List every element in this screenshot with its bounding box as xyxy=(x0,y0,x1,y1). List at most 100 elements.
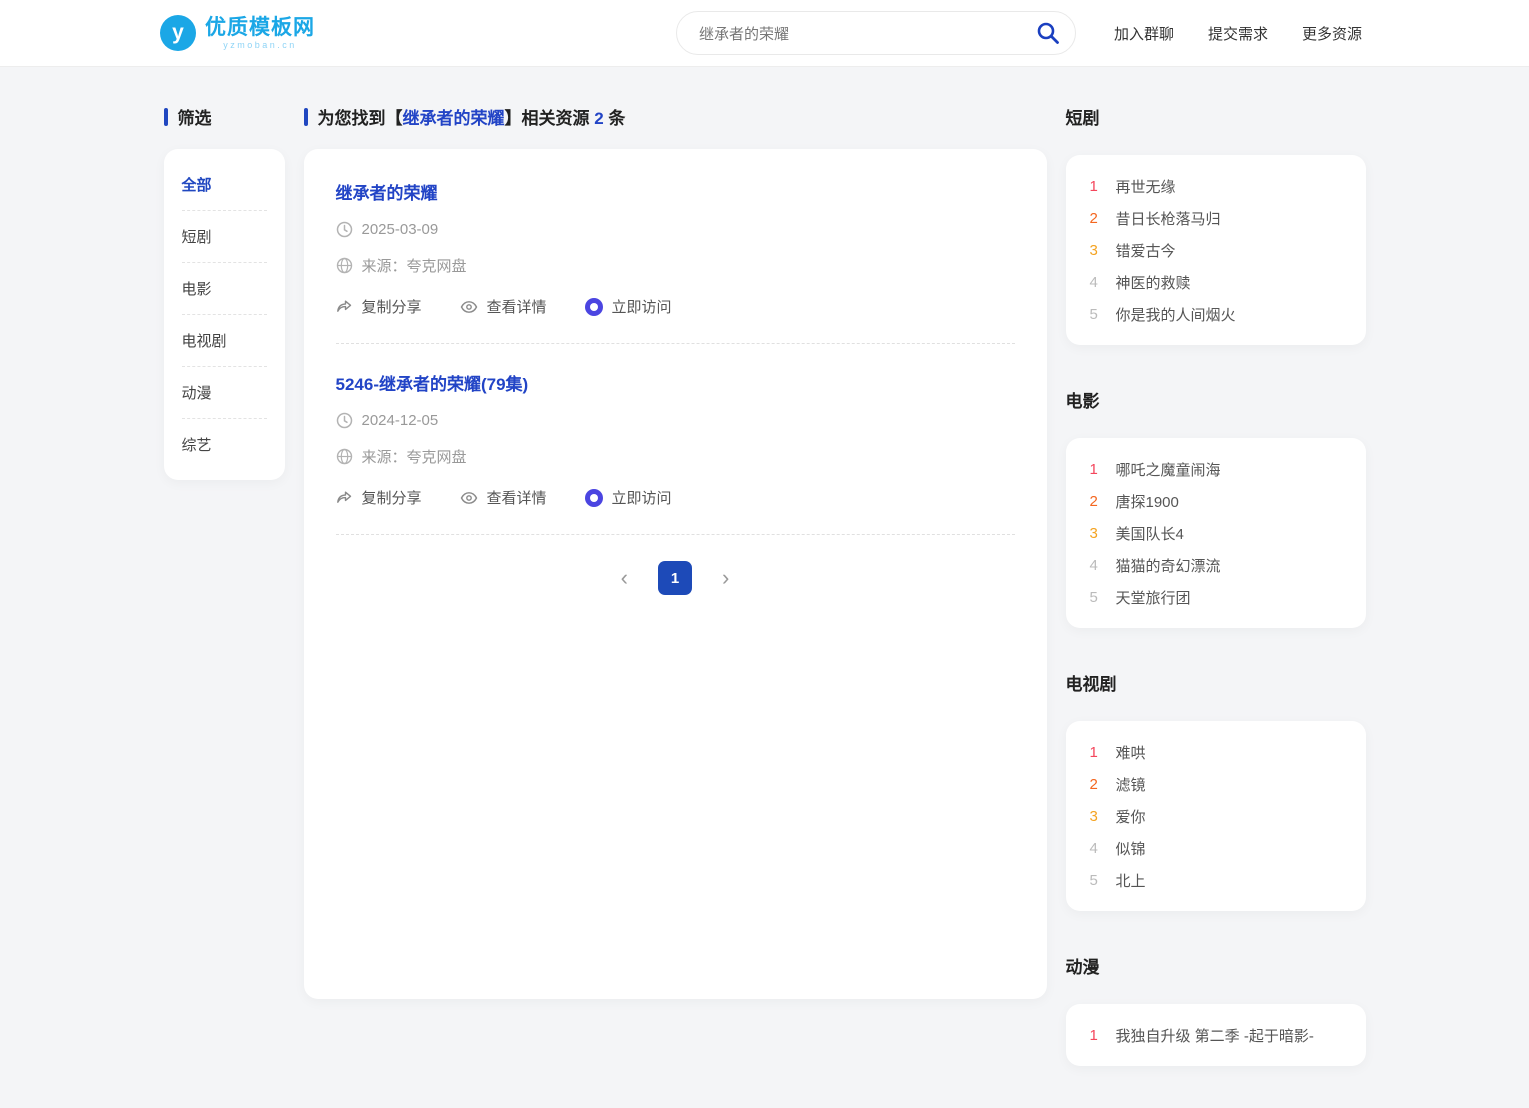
page-current[interactable]: 1 xyxy=(658,561,692,595)
copy-share-button[interactable]: 复制分享 xyxy=(336,487,422,508)
ranking-item[interactable]: 5 北上 xyxy=(1090,864,1342,896)
result-date-row: 2025-03-09 xyxy=(336,221,1015,238)
ranking-item[interactable]: 4 似锦 xyxy=(1090,832,1342,864)
result-source-row: 来源：夸克网盘 xyxy=(336,255,1015,276)
ranking-item[interactable]: 4 神医的救赎 xyxy=(1090,266,1342,298)
search-bar xyxy=(675,11,1076,55)
nav-join-group[interactable]: 加入群聊 xyxy=(1114,23,1174,44)
ranking-item[interactable]: 5 天堂旅行团 xyxy=(1090,581,1342,613)
rank-item-title: 哪吒之魔童闹海 xyxy=(1115,461,1221,479)
rank-item-title: 昔日长枪落马归 xyxy=(1115,210,1221,228)
ranking-section: 电影 1 哪吒之魔童闹海 2 唐探1900 3 美国队长4 4 猫猫的奇幻漂流 … xyxy=(1065,387,1366,628)
rank-number: 1 xyxy=(1089,460,1098,478)
top-nav: 加入群聊 提交需求 更多资源 xyxy=(1114,23,1362,44)
results-column: 为您找到【继承者的荣耀】相关资源 2 条 继承者的荣耀 2025-03-09 来… xyxy=(303,104,1047,999)
ranking-card: 1 难哄 2 滤镜 3 爱你 4 似锦 5 北上 xyxy=(1065,721,1366,911)
result-title-link[interactable]: 5246-继承者的荣耀(79集) xyxy=(336,370,1015,395)
visit-label: 立即访问 xyxy=(611,490,672,507)
view-detail-button[interactable]: 查看详情 xyxy=(460,296,547,317)
result-date: 2025-03-09 xyxy=(361,221,439,238)
ranking-item[interactable]: 5 你是我的人间烟火 xyxy=(1090,298,1342,330)
filter-card: 全部 短剧 电影 电视剧 动漫 综艺 xyxy=(163,149,285,480)
site-logo[interactable]: y 优质模板网 yzmoban.cn xyxy=(160,15,315,51)
filter-sidebar: 筛选 全部 短剧 电影 电视剧 动漫 综艺 xyxy=(163,104,285,480)
rank-item-title: 我独自升级 第二季 -起于暗影- xyxy=(1115,1027,1314,1045)
filter-item[interactable]: 综艺 xyxy=(182,419,267,470)
filter-item[interactable]: 动漫 xyxy=(181,367,267,419)
visit-icon xyxy=(584,297,603,316)
logo-icon: y xyxy=(160,15,196,51)
header: y 优质模板网 yzmoban.cn 加入群聊 提交需求 更多资源 xyxy=(0,0,1529,67)
copy-share-label: 复制分享 xyxy=(361,299,422,316)
result-actions: 复制分享 查看详情 立即访问 xyxy=(336,296,1015,317)
ranking-item[interactable]: 1 再世无缘 xyxy=(1090,170,1342,202)
result-source: 来源：夸克网盘 xyxy=(361,258,467,275)
share-icon xyxy=(336,300,351,312)
view-detail-button[interactable]: 查看详情 xyxy=(460,487,547,508)
ranking-card: 1 再世无缘 2 昔日长枪落马归 3 错爱古今 4 神医的救赎 5 你是我的人间… xyxy=(1065,155,1366,345)
result-item: 5246-继承者的荣耀(79集) 2024-12-05 来源：夸克网盘 复制分享… xyxy=(335,370,1015,535)
ranking-item[interactable]: 1 哪吒之魔童闹海 xyxy=(1090,453,1342,485)
rank-number: 5 xyxy=(1089,588,1098,606)
rank-item-title: 美国队长4 xyxy=(1115,525,1184,543)
rank-number: 2 xyxy=(1089,209,1098,227)
copy-share-button[interactable]: 复制分享 xyxy=(336,296,422,317)
visit-now-button[interactable]: 立即访问 xyxy=(584,296,672,317)
rank-number: 5 xyxy=(1089,305,1098,323)
accent-bar xyxy=(303,107,308,126)
eye-icon xyxy=(460,491,477,504)
view-detail-label: 查看详情 xyxy=(486,299,547,316)
rank-item-title: 似锦 xyxy=(1115,840,1146,858)
filter-item[interactable]: 电视剧 xyxy=(181,315,267,367)
clock-icon xyxy=(336,412,352,429)
ranking-item[interactable]: 1 难哄 xyxy=(1090,736,1342,768)
ranking-item[interactable]: 3 爱你 xyxy=(1090,800,1342,832)
page-next-button[interactable]: › xyxy=(718,567,733,589)
results-heading: 为您找到【继承者的荣耀】相关资源 2 条 xyxy=(317,109,626,128)
result-item: 继承者的荣耀 2025-03-09 来源：夸克网盘 复制分享 查看详情 立即访问 xyxy=(335,179,1015,344)
rank-item-title: 再世无缘 xyxy=(1115,178,1176,196)
rank-number: 4 xyxy=(1089,556,1098,574)
search-button[interactable] xyxy=(1035,20,1061,46)
visit-now-button[interactable]: 立即访问 xyxy=(584,487,672,508)
ranking-item[interactable]: 2 昔日长枪落马归 xyxy=(1090,202,1342,234)
ranking-item[interactable]: 1 我独自升级 第二季 -起于暗影- xyxy=(1090,1019,1342,1051)
rank-item-title: 神医的救赎 xyxy=(1115,274,1191,292)
rank-item-title: 唐探1900 xyxy=(1115,493,1179,511)
filter-item[interactable]: 短剧 xyxy=(181,211,267,263)
result-title-link[interactable]: 继承者的荣耀 xyxy=(336,179,1015,204)
eye-icon xyxy=(460,300,477,313)
ranking-section-title: 电视剧 xyxy=(1065,675,1117,694)
search-input[interactable] xyxy=(675,11,1076,55)
rank-number: 3 xyxy=(1089,807,1098,825)
ranking-item[interactable]: 3 美国队长4 xyxy=(1090,517,1342,549)
ranking-section-title: 短剧 xyxy=(1065,109,1100,128)
rank-number: 1 xyxy=(1089,1026,1098,1044)
rank-number: 2 xyxy=(1089,492,1098,510)
ranking-item[interactable]: 4 猫猫的奇幻漂流 xyxy=(1090,549,1342,581)
rank-item-title: 北上 xyxy=(1115,872,1146,890)
filter-item[interactable]: 电影 xyxy=(181,263,267,315)
ranking-item[interactable]: 2 唐探1900 xyxy=(1090,485,1342,517)
search-icon xyxy=(1035,22,1061,49)
ranking-item[interactable]: 2 滤镜 xyxy=(1090,768,1342,800)
result-date: 2024-12-05 xyxy=(361,412,439,429)
rank-number: 4 xyxy=(1089,273,1098,291)
rank-item-title: 难哄 xyxy=(1115,744,1146,762)
filter-item[interactable]: 全部 xyxy=(181,159,267,211)
nav-more-resources[interactable]: 更多资源 xyxy=(1302,23,1362,44)
globe-icon xyxy=(336,448,352,465)
results-count: 2 xyxy=(594,109,604,128)
ranking-item[interactable]: 3 错爱古今 xyxy=(1090,234,1342,266)
share-icon xyxy=(336,491,351,503)
rank-number: 3 xyxy=(1089,524,1098,542)
ranking-section: 电视剧 1 难哄 2 滤镜 3 爱你 4 似锦 5 北上 xyxy=(1065,670,1366,911)
results-section-head: 为您找到【继承者的荣耀】相关资源 2 条 xyxy=(303,104,1047,129)
ranking-section: 短剧 1 再世无缘 2 昔日长枪落马归 3 错爱古今 4 神医的救赎 5 你是我… xyxy=(1065,104,1366,345)
rank-number: 1 xyxy=(1089,177,1098,195)
rankings-sidebar: 短剧 1 再世无缘 2 昔日长枪落马归 3 错爱古今 4 神医的救赎 5 你是我… xyxy=(1065,104,1366,1108)
rank-item-title: 错爱古今 xyxy=(1115,242,1176,260)
accent-bar xyxy=(163,107,168,126)
nav-submit-request[interactable]: 提交需求 xyxy=(1208,23,1268,44)
page-prev-button[interactable]: ‹ xyxy=(617,567,632,589)
